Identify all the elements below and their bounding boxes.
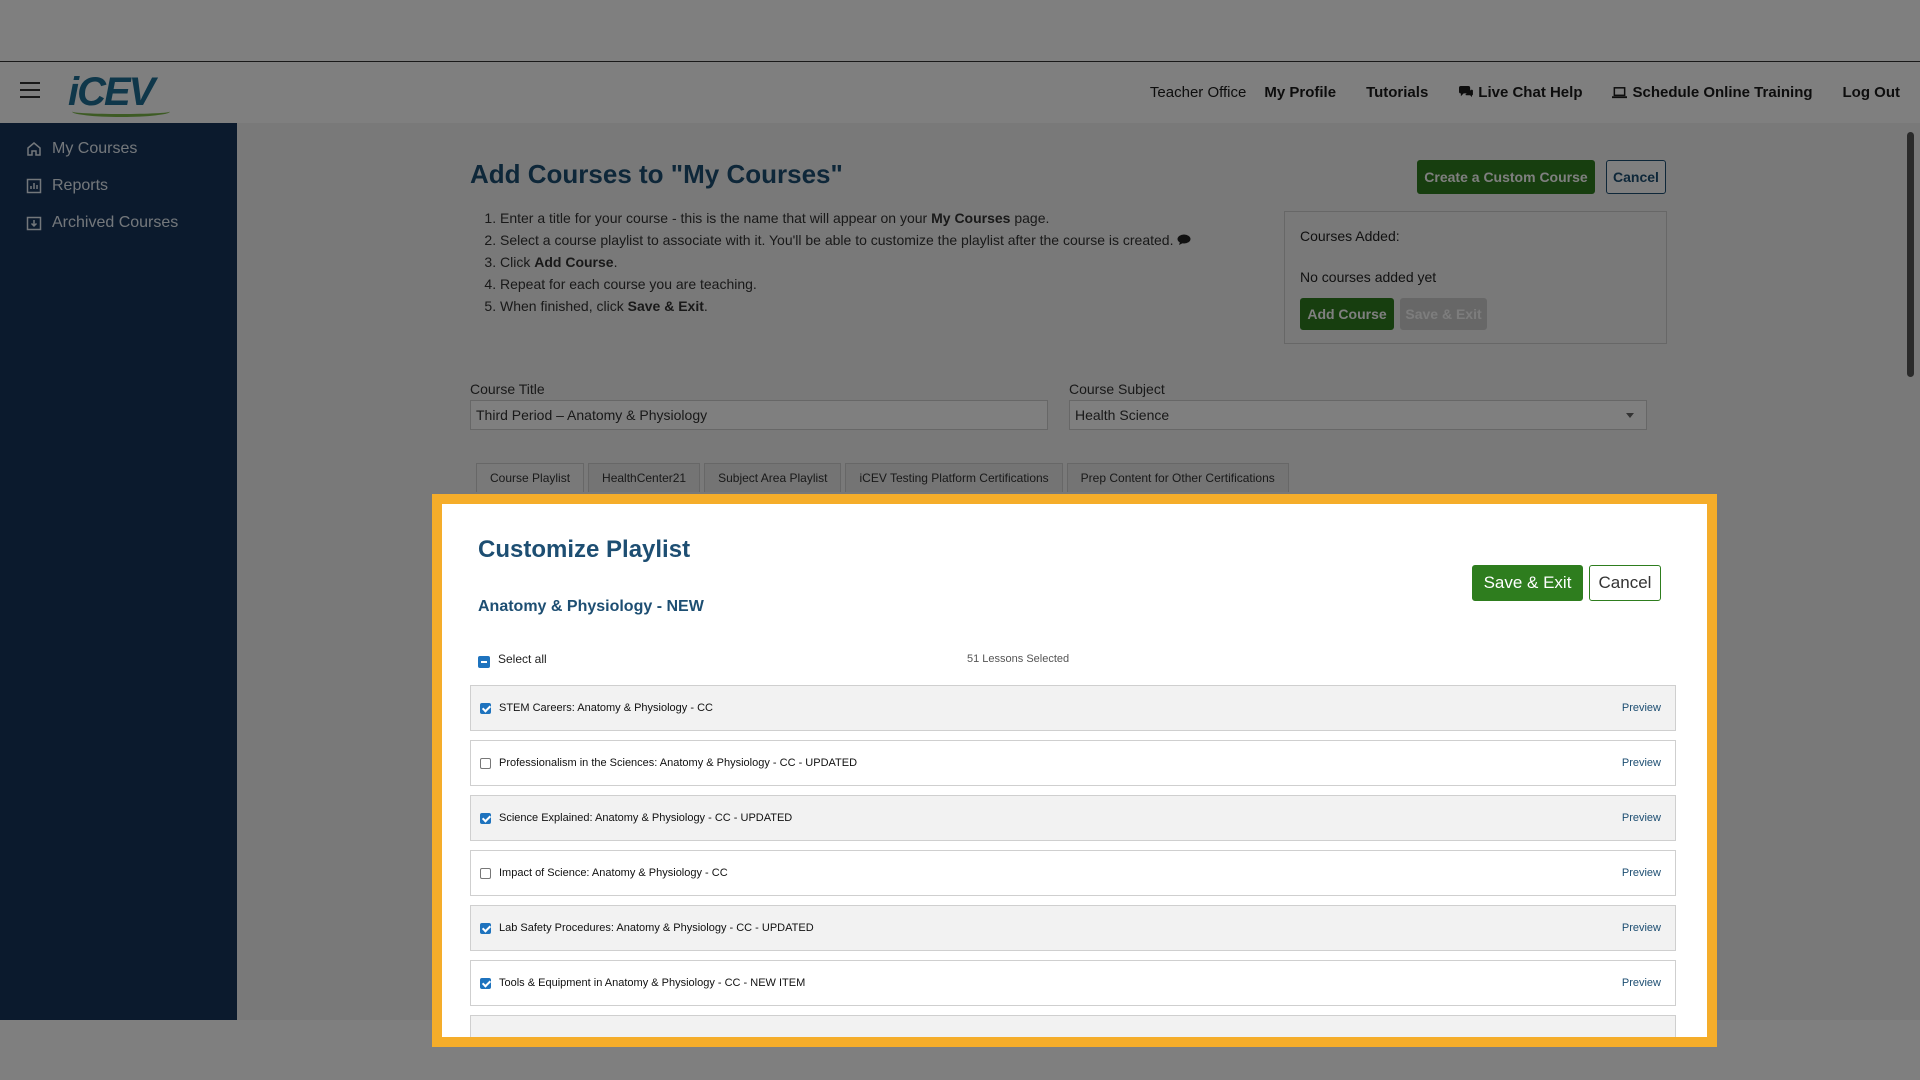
preview-link[interactable]: Preview xyxy=(1622,702,1661,714)
top-nav-links: Teacher Office My Profile Tutorials Live… xyxy=(1150,84,1900,101)
page-scrollbar[interactable] xyxy=(1907,132,1914,377)
nav-live-chat-label: Live Chat Help xyxy=(1478,84,1583,101)
nav-live-chat[interactable]: Live Chat Help xyxy=(1458,84,1582,101)
tab-icev-testing-platform[interactable]: iCEV Testing Platform Certifications xyxy=(845,463,1063,492)
lesson-row[interactable]: Tools & Equipment in Anatomy & Physiolog… xyxy=(470,960,1676,1006)
sidebar-item-my-courses[interactable]: My Courses xyxy=(0,130,237,167)
top-nav: iCEV Teacher Office My Profile Tutorials… xyxy=(0,62,1920,124)
chart-icon xyxy=(26,178,42,193)
lesson-label: Tools & Equipment in Anatomy & Physiolog… xyxy=(499,977,806,989)
nav-my-profile[interactable]: My Profile xyxy=(1264,84,1336,101)
lesson-row[interactable]: STEM Careers: Anatomy & Physiology - CC P… xyxy=(470,685,1676,731)
instruction-step: Repeat for each course you are teaching. xyxy=(500,273,1191,295)
lesson-checkbox[interactable] xyxy=(480,702,491,714)
archive-icon xyxy=(26,216,42,230)
course-subject-label: Course Subject xyxy=(1069,381,1165,397)
preview-link[interactable]: Preview xyxy=(1622,757,1661,769)
lesson-checkbox[interactable] xyxy=(480,757,491,769)
lesson-row[interactable]: Science Explained: Anatomy & Physiology … xyxy=(470,795,1676,841)
playlist-tabs: Course Playlist HealthCenter21 Subject A… xyxy=(476,463,1289,492)
lesson-checkbox[interactable] xyxy=(480,922,491,934)
nav-schedule-label: Schedule Online Training xyxy=(1632,84,1813,101)
tab-prep-content[interactable]: Prep Content for Other Certifications xyxy=(1066,463,1289,492)
instruction-step: Click Add Course. xyxy=(500,251,1191,273)
tab-course-playlist[interactable]: Course Playlist xyxy=(476,463,585,492)
chevron-down-icon xyxy=(1626,413,1634,418)
lesson-label: Impact of Science: Anatomy & Physiology … xyxy=(499,867,728,879)
preview-link[interactable]: Preview xyxy=(1622,977,1661,989)
tab-subject-area-playlist[interactable]: Subject Area Playlist xyxy=(704,463,842,492)
lesson-row[interactable]: Lab Safety Procedures: Anatomy & Physiol… xyxy=(470,905,1676,951)
sidebar-item-label: Archived Courses xyxy=(52,213,179,231)
select-all-checkbox[interactable] xyxy=(478,656,490,668)
cancel-button[interactable]: Cancel xyxy=(1606,160,1666,194)
lesson-label: Professionalism in the Sciences: Anatomy… xyxy=(499,757,858,769)
logo-swoosh xyxy=(72,106,170,117)
lesson-label: STEM Careers: Anatomy & Physiology - CC xyxy=(499,702,713,714)
tab-healthcenter21[interactable]: HealthCenter21 xyxy=(588,463,701,492)
course-title-input[interactable]: Third Period – Anatomy & Physiology xyxy=(470,400,1048,430)
course-title-label: Course Title xyxy=(470,381,545,397)
no-courses-text: No courses added yet xyxy=(1300,269,1437,285)
courses-added-panel: Courses Added: No courses added yet Add … xyxy=(1284,211,1667,344)
course-subject-value: Health Science xyxy=(1075,407,1170,423)
select-all-control[interactable]: Select all xyxy=(478,652,547,668)
save-exit-button[interactable]: Save & Exit xyxy=(1472,565,1583,601)
instruction-step: Select a course playlist to associate wi… xyxy=(500,229,1191,251)
lesson-list: STEM Careers: Anatomy & Physiology - CC P… xyxy=(470,685,1676,1037)
nav-schedule-training[interactable]: Schedule Online Training xyxy=(1612,84,1813,101)
lesson-label: Lab Safety Procedures: Anatomy & Physiol… xyxy=(499,922,814,934)
sidebar-item-archived-courses[interactable]: Archived Courses xyxy=(0,204,237,241)
laptop-icon xyxy=(1612,87,1628,99)
instructions-list: Enter a title for your course - this is … xyxy=(470,207,1191,317)
lesson-row-partial[interactable] xyxy=(470,1015,1676,1037)
home-icon xyxy=(27,141,41,156)
nav-tutorials[interactable]: Tutorials xyxy=(1366,84,1428,101)
preview-link[interactable]: Preview xyxy=(1622,812,1661,824)
sidebar-item-reports[interactable]: Reports xyxy=(0,167,237,204)
lesson-checkbox[interactable] xyxy=(480,977,491,989)
menu-icon[interactable] xyxy=(20,82,40,98)
instruction-step: When finished, click Save & Exit. xyxy=(500,295,1191,317)
customize-playlist-dialog: Customize Playlist Anatomy & Physiology … xyxy=(432,494,1717,1047)
lesson-checkbox[interactable] xyxy=(480,867,491,879)
lesson-row[interactable]: Impact of Science: Anatomy & Physiology … xyxy=(470,850,1676,896)
nav-teacher-office[interactable]: Teacher Office xyxy=(1150,84,1246,101)
lesson-row[interactable]: Professionalism in the Sciences: Anatomy… xyxy=(470,740,1676,786)
dialog-cancel-button[interactable]: Cancel xyxy=(1589,565,1661,601)
add-course-button[interactable]: Add Course xyxy=(1300,298,1394,330)
page-title: Add Courses to "My Courses" xyxy=(470,159,843,189)
lesson-checkbox[interactable] xyxy=(480,812,491,824)
preview-link[interactable]: Preview xyxy=(1622,867,1661,879)
course-subject-select[interactable]: Health Science xyxy=(1069,400,1647,430)
sidebar: My Courses Reports Archived Courses xyxy=(0,123,237,1020)
preview-link[interactable]: Preview xyxy=(1622,922,1661,934)
lesson-label: Science Explained: Anatomy & Physiology … xyxy=(499,812,793,824)
save-exit-button-disabled[interactable]: Save & Exit xyxy=(1400,298,1487,330)
nav-log-out[interactable]: Log Out xyxy=(1843,84,1900,101)
sidebar-item-label: My Courses xyxy=(52,139,138,157)
instruction-step: Enter a title for your course - this is … xyxy=(500,207,1191,229)
create-custom-course-button[interactable]: Create a Custom Course xyxy=(1417,160,1595,194)
courses-added-label: Courses Added: xyxy=(1300,228,1400,244)
chat-icon xyxy=(1459,86,1474,98)
chat-bubble-icon[interactable] xyxy=(1177,234,1191,246)
select-all-label: Select all xyxy=(498,652,547,666)
icev-logo[interactable]: iCEV xyxy=(68,70,178,117)
dialog-title: Customize Playlist xyxy=(478,536,691,563)
lessons-selected-count: 51 Lessons Selected xyxy=(967,653,1070,665)
playlist-name: Anatomy & Physiology - NEW xyxy=(478,598,704,615)
sidebar-item-label: Reports xyxy=(52,176,109,194)
